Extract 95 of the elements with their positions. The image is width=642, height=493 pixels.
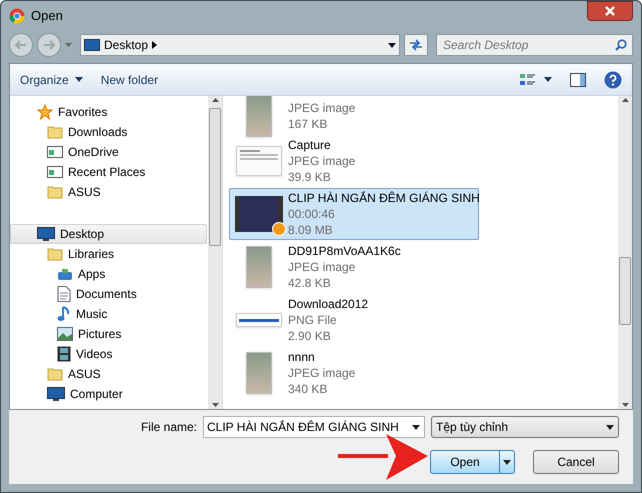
help-icon[interactable]	[604, 70, 622, 88]
monitor-icon	[37, 227, 55, 241]
folder-icon	[47, 247, 63, 261]
file-item[interactable]: CLIP HÀI NGẮN ĐÊM GIÁNG SINH 00:00:46 8.09 MB	[229, 188, 479, 240]
caret-icon	[503, 460, 511, 464]
navigation-item[interactable]: Documents	[10, 284, 207, 304]
file-item[interactable]: Download2012 PNG File 2.90 KB	[229, 294, 479, 346]
dropdown-caret-icon[interactable]	[388, 42, 396, 48]
navigation-item[interactable]: ASUS	[10, 364, 207, 384]
view-options-icon[interactable]	[520, 72, 536, 86]
music-note-icon	[57, 306, 71, 322]
recent-pages-caret-icon	[65, 43, 72, 47]
navigation-item[interactable]: Favorites	[10, 102, 207, 122]
navigation-item[interactable]: Apps	[10, 264, 207, 284]
search-field[interactable]: Search Desktop	[436, 34, 633, 56]
star-icon	[37, 104, 53, 120]
picture-icon	[57, 327, 73, 341]
file-size: 8.09 MB	[288, 222, 334, 238]
navigation-item[interactable]: Libraries	[10, 244, 207, 264]
breadcrumb-arrow-icon	[152, 41, 158, 49]
logo-thumbnail	[236, 313, 282, 327]
scroll-down-icon[interactable]	[212, 403, 218, 407]
film-icon	[57, 346, 71, 362]
file-name: Capture	[288, 137, 332, 153]
file-name-label: File name:	[140, 419, 197, 436]
new-folder-button[interactable]: New folder	[100, 70, 158, 88]
navigation-item[interactable]: Downloads	[10, 122, 207, 142]
scroll-thumb[interactable]	[209, 108, 221, 246]
document-thumbnail	[236, 146, 282, 176]
dropdown-caret-icon	[606, 424, 614, 430]
window-icon	[47, 145, 63, 159]
cancel-button[interactable]: Cancel	[533, 450, 619, 474]
file-size: 167 KB	[288, 116, 328, 132]
file-item[interactable]: Capture JPEG image 39.9 KB	[229, 135, 479, 187]
file-type: JPEG image	[288, 365, 356, 381]
browser-logo-icon	[9, 8, 25, 24]
navigation-item[interactable]: OneDrive	[10, 142, 207, 162]
document-icon	[57, 286, 71, 302]
photo-placeholder	[246, 246, 272, 288]
file-type-value: Tệp tùy chỉnh	[436, 419, 510, 436]
scroll-up-icon[interactable]	[212, 98, 218, 102]
folder-icon	[47, 185, 63, 199]
view-caret-icon[interactable]	[544, 77, 552, 82]
scroll-up-icon[interactable]	[622, 98, 628, 102]
close-icon	[605, 6, 615, 16]
file-name: CLIP HÀI NGẮN ĐÊM GIÁNG SINH	[288, 190, 480, 206]
navigation-item[interactable]: Music	[10, 304, 207, 324]
navigation-item[interactable]: Videos	[10, 344, 207, 364]
bag-icon	[57, 267, 73, 281]
file-type: JPEG image	[288, 153, 356, 169]
dropdown-caret-icon[interactable]	[412, 425, 420, 430]
window-title: Open	[31, 7, 63, 26]
navigation-item[interactable]: Computer	[10, 384, 207, 404]
file-type: JPEG image	[288, 259, 356, 275]
file-name: nnnn	[288, 349, 316, 365]
file-name-field[interactable]: CLIP HÀI NGẮN ĐÊM GIÁNG SINH	[203, 416, 425, 438]
desktop-icon	[84, 39, 100, 51]
back-arrow-icon	[15, 40, 27, 50]
window-icon	[47, 165, 63, 179]
photo-placeholder	[246, 352, 272, 394]
file-item[interactable]: DD91P8mVoAA1K6c JPEG image 42.8 KB	[229, 241, 479, 293]
navigation-item[interactable]: Pictures	[10, 324, 207, 344]
file-name: Download2012	[288, 296, 368, 312]
folder-icon	[47, 367, 63, 381]
caret-icon	[74, 77, 83, 82]
navigation-item[interactable]: Recent Places	[10, 162, 207, 182]
scrollbar[interactable]	[618, 96, 632, 409]
scroll-down-icon[interactable]	[622, 403, 628, 407]
file-type: JPEG image	[288, 100, 356, 116]
file-type: PNG File	[288, 312, 338, 328]
scroll-thumb[interactable]	[619, 257, 631, 325]
search-icon	[615, 39, 627, 51]
address-bar[interactable]: Desktop	[80, 34, 400, 56]
file-size: 2.90 KB	[288, 328, 332, 344]
scrollbar[interactable]	[208, 96, 222, 409]
photo-placeholder	[246, 96, 272, 137]
navigation-item[interactable]: ASUS	[10, 182, 207, 202]
file-item[interactable]: JPEG image 167 KB	[229, 96, 479, 134]
forward-arrow-icon	[43, 40, 55, 50]
address-location: Desktop	[104, 37, 148, 54]
file-size: 39.9 KB	[288, 169, 332, 185]
folder-icon	[47, 125, 63, 139]
file-type: 00:00:46	[288, 206, 336, 222]
refresh-button[interactable]	[404, 34, 428, 56]
file-type-dropdown[interactable]: Tệp tùy chỉnh	[431, 416, 619, 438]
file-item[interactable]: nnnn JPEG image 340 KB	[229, 347, 479, 399]
refresh-icon	[409, 39, 423, 51]
organize-button[interactable]: Organize	[20, 70, 83, 88]
file-size: 42.8 KB	[288, 275, 332, 291]
preview-pane-icon[interactable]	[570, 72, 586, 86]
monitor-icon	[47, 387, 65, 401]
close-button[interactable]	[587, 1, 633, 21]
file-name: DD91P8mVoAA1K6c	[288, 243, 401, 259]
navigation-item[interactable]: Desktop	[10, 224, 207, 244]
file-size: 340 KB	[288, 381, 328, 397]
